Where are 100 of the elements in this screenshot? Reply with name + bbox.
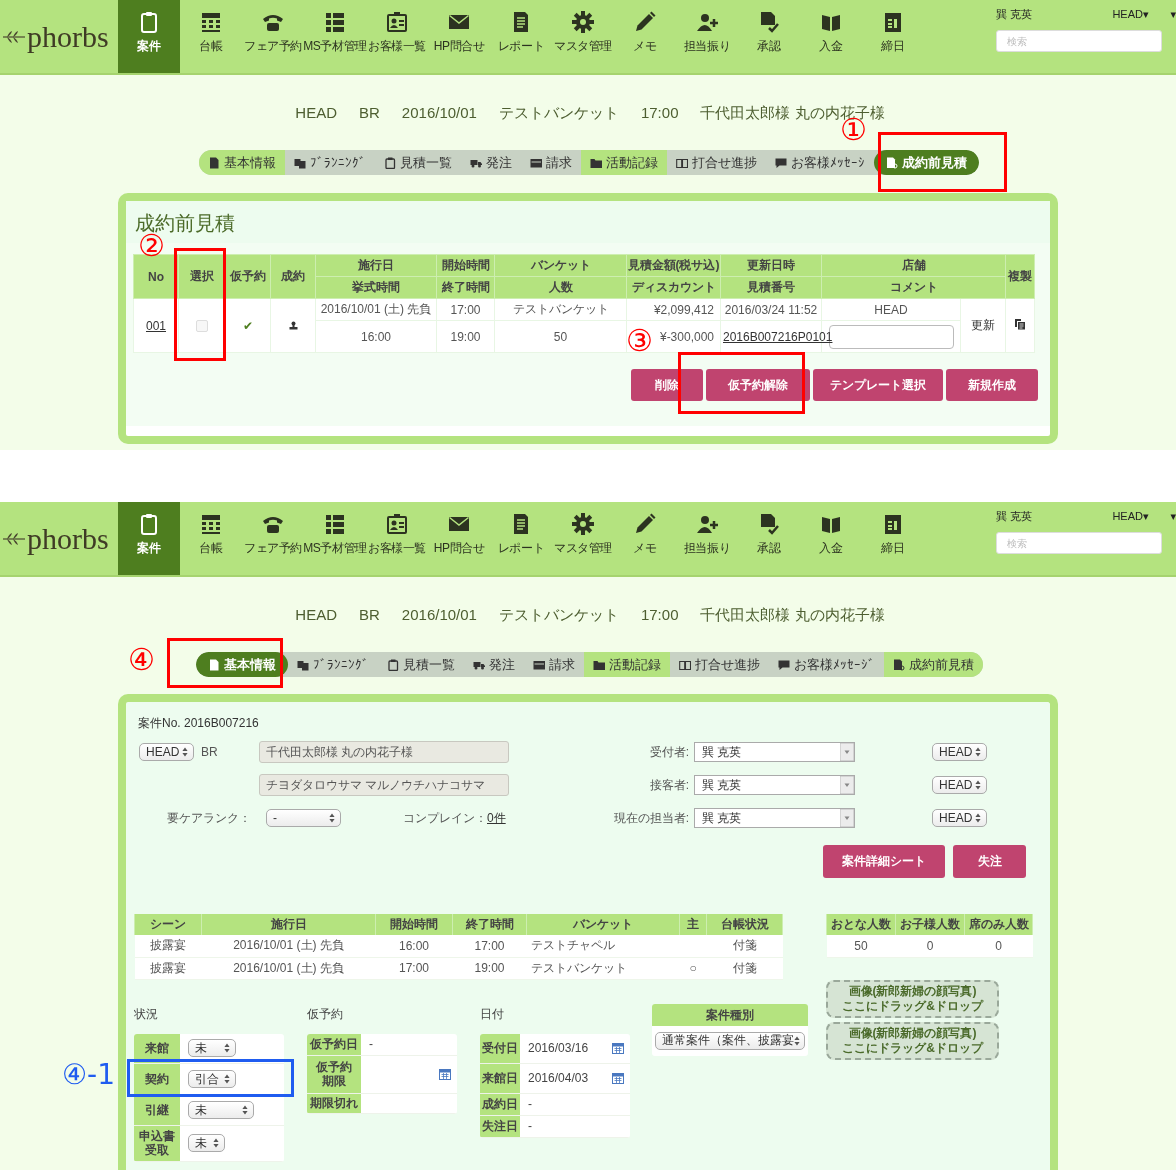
estimate-number-link[interactable]: 2016B007216P0101: [723, 329, 833, 344]
action-button[interactable]: 案件詳細シート: [823, 845, 945, 878]
action-button[interactable]: 削除: [631, 369, 703, 401]
name-field[interactable]: チヨダタロウサマ マルノウチハナコサマ: [259, 774, 509, 796]
action-button[interactable]: テンプレート選択: [813, 369, 943, 401]
staff-dropdown[interactable]: 巽 克英: [694, 742, 855, 762]
nav-item[interactable]: 締日: [862, 0, 924, 73]
nav-item[interactable]: HP問合せ: [428, 502, 490, 575]
nav-item[interactable]: 入金: [800, 0, 862, 73]
nav-item[interactable]: 台帳: [180, 502, 242, 575]
image-dropzone[interactable]: 画像(新郎新婦の顔写真) ここにドラッグ&ドロップ: [826, 1021, 999, 1060]
column-header: 終了時間: [452, 914, 527, 935]
user-name: 巽 克英: [996, 7, 1033, 22]
nav-item[interactable]: メモ: [614, 0, 676, 73]
document-search-icon: [892, 658, 905, 671]
status-select[interactable]: 未: [188, 1039, 236, 1057]
tab[interactable]: 打合せ進捗: [667, 150, 766, 175]
nav-item[interactable]: 台帳: [180, 0, 242, 73]
column-header: 人数: [494, 276, 627, 299]
tab[interactable]: 発注: [461, 150, 521, 175]
column-header: 開始時間: [436, 254, 495, 277]
store-text: HEAD: [295, 104, 337, 122]
action-button[interactable]: 新規作成: [946, 369, 1038, 401]
search-field[interactable]: 検索: [996, 532, 1162, 554]
tab[interactable]: 成約前見積: [874, 150, 979, 175]
tab[interactable]: ﾌﾞﾗﾝﾆﾝｸﾞ: [287, 652, 378, 677]
nav-item[interactable]: フェア予約: [242, 0, 304, 73]
care-rank-select[interactable]: -: [266, 809, 341, 827]
nav-item[interactable]: MS予材管理: [304, 0, 366, 73]
table-cell: 50: [854, 938, 868, 953]
nav-item[interactable]: HP問合せ: [428, 0, 490, 73]
status-select[interactable]: 未: [188, 1134, 225, 1152]
column-header: 店舗: [821, 254, 1006, 277]
caret-icon[interactable]: ▾: [1170, 8, 1176, 21]
nav-item[interactable]: 案件: [118, 502, 180, 575]
tab[interactable]: 見積一覧: [375, 150, 461, 175]
nav-item[interactable]: メモ: [614, 502, 676, 575]
tab[interactable]: 見積一覧: [377, 652, 464, 677]
nav-item[interactable]: フェア予約: [242, 502, 304, 575]
nav-item[interactable]: 締日: [862, 502, 924, 575]
tab[interactable]: 請求: [523, 652, 584, 677]
store-menu[interactable]: HEAD▾: [1112, 8, 1149, 21]
caret-icon[interactable]: ▾: [1170, 510, 1176, 523]
name-field[interactable]: 千代田太郎様 丸の内花子様: [259, 741, 509, 763]
row-label: 失注日: [480, 1115, 520, 1137]
store-select[interactable]: HEAD: [932, 809, 987, 827]
search-field[interactable]: 検索: [996, 30, 1162, 52]
status-select[interactable]: 未: [188, 1101, 254, 1119]
tab[interactable]: 活動記録: [583, 652, 670, 677]
tab[interactable]: 基本情報: [195, 652, 288, 677]
tab[interactable]: お客様ﾒｯｾｰｼﾞ: [768, 652, 884, 677]
column-header: おとな人数: [826, 914, 896, 935]
store-select[interactable]: HEAD: [932, 743, 987, 761]
column-header: 成約: [270, 254, 316, 299]
list-icon: [323, 10, 347, 34]
action-button[interactable]: 失注: [953, 845, 1026, 878]
tab[interactable]: 発注: [463, 652, 524, 677]
nav-item[interactable]: マスタ管理: [552, 0, 614, 73]
nav-item[interactable]: MS予材管理: [304, 502, 366, 575]
tab[interactable]: 請求: [521, 150, 581, 175]
nav-item[interactable]: お客様一覧: [366, 0, 428, 73]
staff-dropdown[interactable]: 巽 克英: [694, 775, 855, 795]
status-select[interactable]: 引合: [188, 1070, 236, 1088]
column-header: 見積金額(税サ込): [626, 254, 721, 277]
table-cell: 17:00: [450, 302, 481, 317]
tab[interactable]: ﾌﾞﾗﾝﾆﾝｸﾞ: [285, 150, 375, 175]
nav-item[interactable]: 入金: [800, 502, 862, 575]
table-cell: 付箋: [732, 960, 757, 975]
stamp-icon: [288, 320, 298, 330]
store-select[interactable]: HEAD: [139, 743, 194, 761]
store-menu[interactable]: HEAD▾: [1112, 510, 1149, 523]
tab[interactable]: お客様ﾒｯｾｰｼ: [766, 150, 874, 175]
nav-item[interactable]: 案件: [118, 0, 180, 73]
tab[interactable]: 打合せ進捗: [669, 652, 769, 677]
nav-item[interactable]: レポート: [490, 0, 552, 73]
nav-item[interactable]: 担当振り: [676, 502, 738, 575]
tab[interactable]: 成約前見積: [883, 652, 983, 677]
nav-item[interactable]: レポート: [490, 502, 552, 575]
tab[interactable]: 活動記録: [581, 150, 667, 175]
image-dropzone[interactable]: 画像(新郎新婦の顔写真) ここにドラッグ&ドロップ: [826, 979, 999, 1018]
nav-item[interactable]: マスタ管理: [552, 502, 614, 575]
nav-item[interactable]: 承認: [738, 502, 800, 575]
tab[interactable]: 基本情報: [199, 150, 285, 175]
action-button[interactable]: 仮予約解除: [706, 369, 810, 401]
store-select[interactable]: HEAD: [932, 776, 987, 794]
field-label: コンプレイン：: [403, 809, 487, 827]
case-type-select[interactable]: 通常案件（案件、披露宴: [655, 1031, 805, 1050]
update-link[interactable]: 更新: [971, 318, 995, 332]
estimate-link[interactable]: 001: [146, 318, 166, 333]
checkbox[interactable]: [196, 320, 208, 333]
staff-dropdown[interactable]: 巽 克英: [694, 808, 855, 828]
couple-names: 千代田太郎様 丸の内花子様: [700, 606, 885, 624]
complaint-link[interactable]: 0件: [487, 809, 506, 827]
nav-item[interactable]: 担当振り: [676, 0, 738, 73]
nav-item[interactable]: 承認: [738, 0, 800, 73]
date-value: -: [528, 1119, 533, 1133]
column-header: 開始時間: [375, 914, 453, 935]
updown-arrows-icon: [794, 1035, 800, 1046]
nav-item[interactable]: お客様一覧: [366, 502, 428, 575]
updown-arrows-icon: [213, 1138, 219, 1148]
